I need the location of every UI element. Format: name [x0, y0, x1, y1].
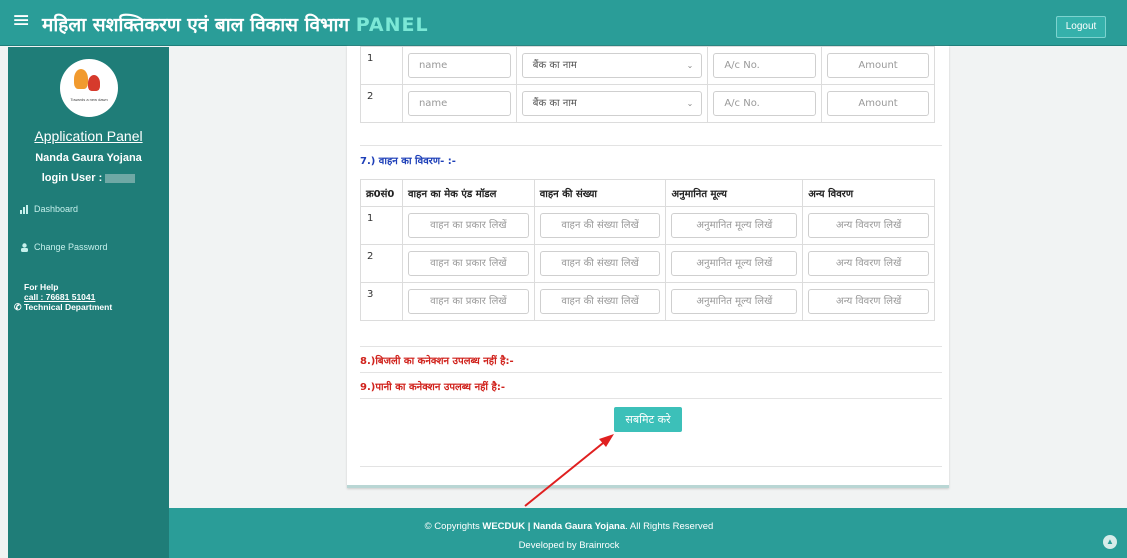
water-connection-label: 9.)पानी का कनेक्शन उपलब्ध नहीं है:-: [360, 382, 505, 393]
bank-table: 1 name बैंक का नाम ⌄ A/c No. Amount 2 nam…: [360, 46, 935, 123]
vehicle-number-input[interactable]: वाहन की संख्या लिखें: [539, 289, 661, 314]
table-row: 2 name बैंक का नाम ⌄ A/c No. Amount: [360, 84, 935, 123]
login-user: login User :: [8, 172, 169, 184]
bank-name-select-value: बैंक का नाम: [532, 60, 577, 71]
electricity-connection-label: 8.)बिजली का कनेक्शन उपलब्ध नहीं है:-: [360, 356, 514, 367]
user-icon: [20, 242, 29, 252]
estimated-value-input[interactable]: अनुमानित मूल्य लिखें: [671, 289, 798, 314]
page-title: महिला सशक्तिकरण एवं बाल विकास विभाग PANE…: [42, 11, 429, 37]
bar-chart-icon: [20, 204, 29, 214]
sidebar-item-label: Dashboard: [34, 204, 79, 214]
other-details-input[interactable]: अन्य विवरण लिखें: [808, 251, 929, 276]
help-title: For Help: [24, 282, 59, 292]
bank-name-select[interactable]: बैंक का नाम ⌄: [521, 91, 703, 116]
footer-copyright-prefix: © Copyrights: [424, 521, 480, 532]
footer-separator: |: [527, 521, 531, 532]
page-title-text: महिला सशक्तिकरण एवं बाल विकास विभाग: [42, 14, 350, 36]
footer-copyright: © Copyrights WECDUK | Nanda Gaura Yojana…: [169, 521, 969, 532]
hamburger-menu-icon[interactable]: ≡: [12, 8, 30, 33]
chevron-down-icon: ⌄: [686, 61, 694, 70]
footer: © Copyrights WECDUK | Nanda Gaura Yojana…: [169, 508, 1127, 558]
column-header: क्र0सं0: [360, 179, 403, 207]
account-holder-name-input[interactable]: name: [407, 53, 511, 78]
vehicle-model-input[interactable]: वाहन का प्रकार लिखें: [407, 289, 529, 314]
row-number: 1: [360, 46, 403, 85]
estimated-value-input[interactable]: अनुमानित मूल्य लिखें: [671, 251, 798, 276]
page-title-suffix: PANEL: [355, 14, 429, 36]
login-username-redacted: [105, 173, 136, 183]
other-details-input[interactable]: अन्य विवरण लिखें: [808, 289, 929, 314]
bank-name-select-value: बैंक का नाम: [532, 98, 577, 109]
divider: [360, 466, 942, 467]
table-row: 2 वाहन का प्रकार लिखें वाहन की संख्या लि…: [360, 244, 935, 283]
vehicle-number-input[interactable]: वाहन की संख्या लिखें: [539, 213, 661, 238]
help-block: ✆ For Help call : 76681 51041 Technical …: [14, 282, 113, 312]
scheme-name: Nanda Gaura Yojana: [35, 152, 142, 164]
help-department: Technical Department: [24, 302, 113, 312]
amount-input[interactable]: Amount: [827, 53, 929, 78]
sidebar: Towards a new dawn Application Panel Nan…: [8, 47, 169, 558]
vehicle-number-input[interactable]: वाहन की संख्या लिखें: [539, 251, 661, 276]
divider: [360, 398, 942, 399]
amount-input[interactable]: Amount: [827, 91, 929, 116]
logo: Towards a new dawn: [60, 59, 118, 117]
account-number-input[interactable]: A/c No.: [713, 91, 817, 116]
bank-name-select[interactable]: बैंक का नाम ⌄: [521, 53, 703, 78]
logo-figure-adult-icon: [74, 69, 88, 89]
vehicle-table: क्र0सं0 वाहन का मेक एंड मॉडल वाहन की संख…: [360, 179, 935, 321]
table-row: 1 name बैंक का नाम ⌄ A/c No. Amount: [360, 46, 935, 85]
divider: [360, 346, 942, 347]
vehicle-section-title: 7.) वाहन का विवरण- :-: [360, 156, 456, 167]
scroll-to-top-icon[interactable]: ▲: [1103, 535, 1117, 549]
row-number: 3: [360, 282, 403, 321]
footer-scheme: Nanda Gaura Yojana: [533, 521, 626, 532]
column-header: वाहन की संख्या: [533, 179, 667, 207]
login-user-label: login User :: [41, 172, 103, 184]
table-row: 1 वाहन का प्रकार लिखें वाहन की संख्या लि…: [360, 206, 935, 245]
divider: [360, 372, 942, 373]
chevron-down-icon: ⌄: [686, 99, 694, 108]
account-holder-name-input[interactable]: name: [407, 91, 511, 116]
sidebar-item-label: Change Password: [34, 242, 108, 252]
row-number: 2: [360, 244, 403, 283]
column-header: अनुमानित मूल्य: [665, 179, 804, 207]
other-details-input[interactable]: अन्य विवरण लिखें: [808, 213, 929, 238]
table-row: 3 वाहन का प्रकार लिखें वाहन की संख्या लि…: [360, 282, 935, 321]
row-number: 2: [360, 84, 403, 123]
footer-developer: Developed by Brainrock: [518, 540, 620, 551]
top-header: ≡ महिला सशक्तिकरण एवं बाल विकास विभाग PA…: [0, 0, 1127, 46]
footer-suffix: . All Rights Reserved: [625, 521, 714, 532]
sidebar-item-change-password[interactable]: Change Password: [20, 242, 108, 252]
form-card: 1 name बैंक का नाम ⌄ A/c No. Amount 2 nam…: [347, 46, 949, 488]
vehicle-model-input[interactable]: वाहन का प्रकार लिखें: [407, 251, 529, 276]
help-call-link[interactable]: call : 76681 51041: [24, 292, 112, 302]
sidebar-item-dashboard[interactable]: Dashboard: [20, 204, 78, 214]
vehicle-model-input[interactable]: वाहन का प्रकार लिखें: [407, 213, 529, 238]
phone-icon: ✆: [14, 302, 22, 312]
logout-button[interactable]: Logout: [1056, 16, 1106, 38]
account-number-input[interactable]: A/c No.: [713, 53, 817, 78]
row-number: 1: [360, 206, 403, 245]
footer-org: WECDUK: [482, 521, 526, 532]
logo-figure-child-icon: [88, 75, 100, 91]
estimated-value-input[interactable]: अनुमानित मूल्य लिखें: [671, 213, 798, 238]
table-header-row: क्र0सं0 वाहन का मेक एंड मॉडल वाहन की संख…: [360, 179, 935, 207]
divider: [360, 145, 942, 146]
logo-caption: Towards a new dawn: [70, 97, 108, 102]
column-header: अन्य विवरण: [802, 179, 935, 207]
application-panel-link[interactable]: Application Panel: [8, 128, 169, 144]
column-header: वाहन का मेक एंड मॉडल: [401, 179, 535, 207]
submit-button[interactable]: सबमिट करे: [614, 407, 682, 432]
